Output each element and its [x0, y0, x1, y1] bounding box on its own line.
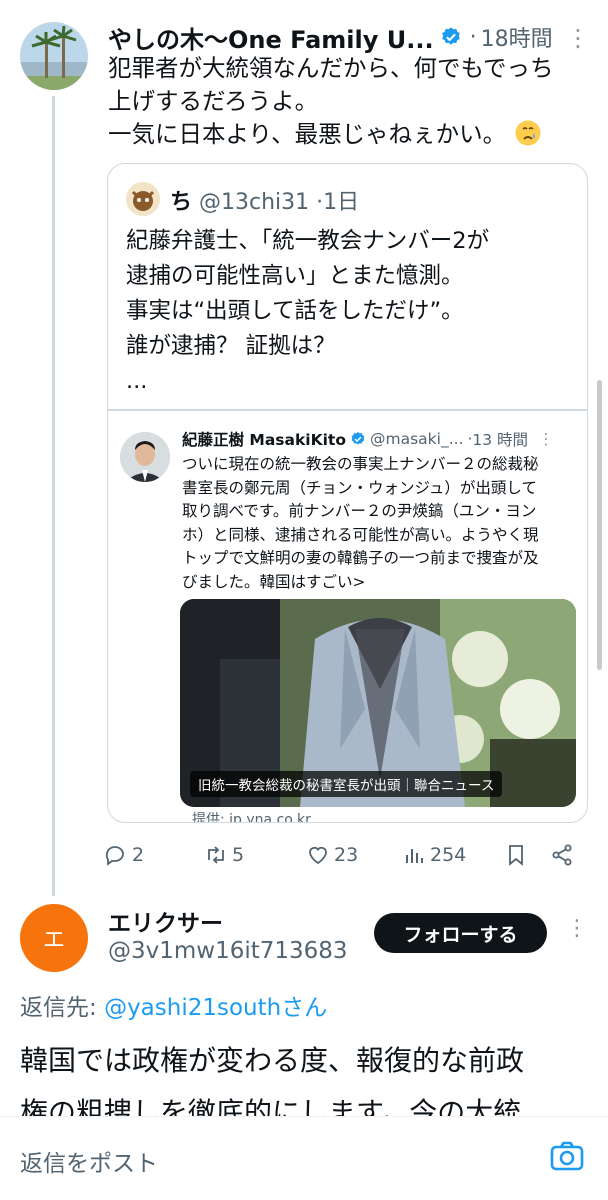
tweet-text-line: 犯罪者が大統領なんだから、何でもでっち	[108, 54, 554, 82]
nested-quote-text-line: びました。韓国はすごい>	[182, 572, 366, 591]
camera-icon[interactable]	[549, 1139, 585, 1175]
bookmark-icon	[509, 845, 523, 866]
link-card-image[interactable]: 旧統一教会総裁の秘書室長が出頭｜聯合ニュース	[180, 599, 576, 807]
nested-quote-text-line: ついに現在の統一教会の事実上ナンバー２の総裁秘	[182, 455, 539, 473]
share-button[interactable]	[550, 838, 574, 872]
thread-line	[52, 96, 55, 896]
views-count: 254	[430, 844, 467, 866]
replying-to: 返信先: @yashi21southさん	[20, 988, 327, 1022]
quote-text-line: 紀藤弁護士、「統一教会ナンバー2が	[126, 228, 490, 254]
quoted-tweet-card[interactable]: ち @13chi31 ·1日 紀藤弁護士、「統一教会ナンバー2が 逮捕の可能性高…	[107, 163, 588, 823]
nested-quote-text-line: トップで文鮮明の妻の韓鶴子の一つ前まで捜査が及	[182, 549, 539, 567]
verified-badge-icon	[351, 432, 365, 445]
nested-quote-avatar[interactable]	[120, 432, 170, 482]
reply-input[interactable]: 返信をポスト	[20, 1144, 158, 1178]
divider	[108, 409, 587, 411]
media-caption: 旧統一教会総裁の秘書室長が出頭｜聯合ニュース	[190, 771, 503, 797]
more-options-icon[interactable]: ⋮	[566, 916, 588, 941]
quote-author-name[interactable]: ち	[170, 190, 192, 215]
views-button[interactable]: 254	[402, 838, 466, 872]
reply-button[interactable]: 2	[104, 838, 144, 872]
reply-count: 2	[132, 844, 145, 866]
heart-icon	[309, 846, 327, 865]
verified-badge-icon	[441, 27, 460, 45]
more-options-icon[interactable]: ⋮	[538, 430, 554, 448]
quote-time: 1日	[323, 190, 360, 215]
action-bar: 2 5 23 254	[104, 838, 588, 872]
like-count: 23	[334, 844, 359, 866]
author-name[interactable]: やしの木〜One Family U...	[108, 20, 434, 55]
tweet-text-line: 上げするだろうよ。	[108, 87, 319, 115]
reply-icon	[105, 846, 124, 866]
quote-text-line: 逮捕の可能性高い」とまた憶測。	[126, 263, 464, 289]
views-icon	[406, 849, 423, 863]
nested-quote-text: ついに現在の統一教会の事実上ナンバー２の総裁秘 書室長の鄭元周（チョン・ウォンジ…	[182, 453, 580, 594]
reply-avatar[interactable]: エ	[20, 904, 88, 972]
nested-quote-handle: @masaki_...	[369, 430, 464, 448]
link-source[interactable]: 提供: jp.yna.co.kr	[192, 809, 311, 822]
crying-face-icon	[515, 120, 541, 146]
nested-quote-text-line: ホ）と同様、逮捕される可能性が高い。ようやく現	[182, 525, 539, 544]
tweet-time[interactable]: 18時間	[481, 21, 553, 53]
tweet-header: やしの木〜One Family U... · 18時間	[108, 20, 553, 54]
nested-quote-author-name[interactable]: 紀藤正樹 MasakiKito	[182, 428, 346, 450]
share-icon	[552, 844, 572, 866]
quote-handle: @13chi31	[199, 190, 310, 215]
tweet-text-line: 一気に日本より、最悪じゃねぇかい。	[108, 118, 588, 151]
quote-text: 紀藤弁護士、「統一教会ナンバー2が 逮捕の可能性高い」とまた憶測。 事実は“出頭…	[126, 224, 576, 399]
quote-text-line: ...	[126, 368, 148, 394]
repost-count: 5	[232, 844, 245, 866]
quote-avatar[interactable]	[126, 182, 160, 216]
nested-quote-time: 13 時間	[472, 431, 529, 449]
replying-to-mention[interactable]: @yashi21southさん	[104, 995, 327, 1021]
quote-header: ち @13chi31 ·1日	[170, 190, 360, 215]
tweet-text: 犯罪者が大統領なんだから、何でもでっち 上げするだろうよ。 一気に日本より、最悪…	[108, 52, 588, 151]
like-button[interactable]: 23	[306, 838, 358, 872]
reply-author-handle[interactable]: @3v1mw16it713683	[108, 938, 348, 964]
follow-button[interactable]: フォローする	[374, 913, 547, 953]
repost-icon	[208, 846, 224, 864]
repost-button[interactable]: 5	[204, 838, 244, 872]
bookmark-button[interactable]	[504, 838, 528, 872]
replying-to-label: 返信先:	[20, 995, 105, 1021]
nested-quote-header: 紀藤正樹 MasakiKito @masaki_... · 13 時間 ⋮	[182, 428, 554, 450]
quote-text-line: 誰が逮捕？ 証拠は？	[126, 333, 336, 359]
more-options-icon[interactable]: ⋮	[566, 24, 591, 52]
reply-text-line: 韓国では政権が変わる度、報復的な前政	[20, 1044, 525, 1077]
nested-quote-text-line: 取り調べです。前ナンバー２の尹煐鎬（ユン・ヨン	[182, 502, 537, 520]
quote-text-line: 事実は“出頭して話をしただけ”。	[126, 298, 464, 324]
nested-quote-text-line: 書室長の鄭元周（チョン・ウォンジュ）が出頭して	[182, 478, 537, 497]
scrollbar[interactable]	[597, 380, 602, 670]
reply-author-name[interactable]: エリクサー	[108, 904, 223, 938]
tweet-time-sep: ·	[469, 24, 477, 50]
avatar[interactable]	[20, 22, 88, 90]
